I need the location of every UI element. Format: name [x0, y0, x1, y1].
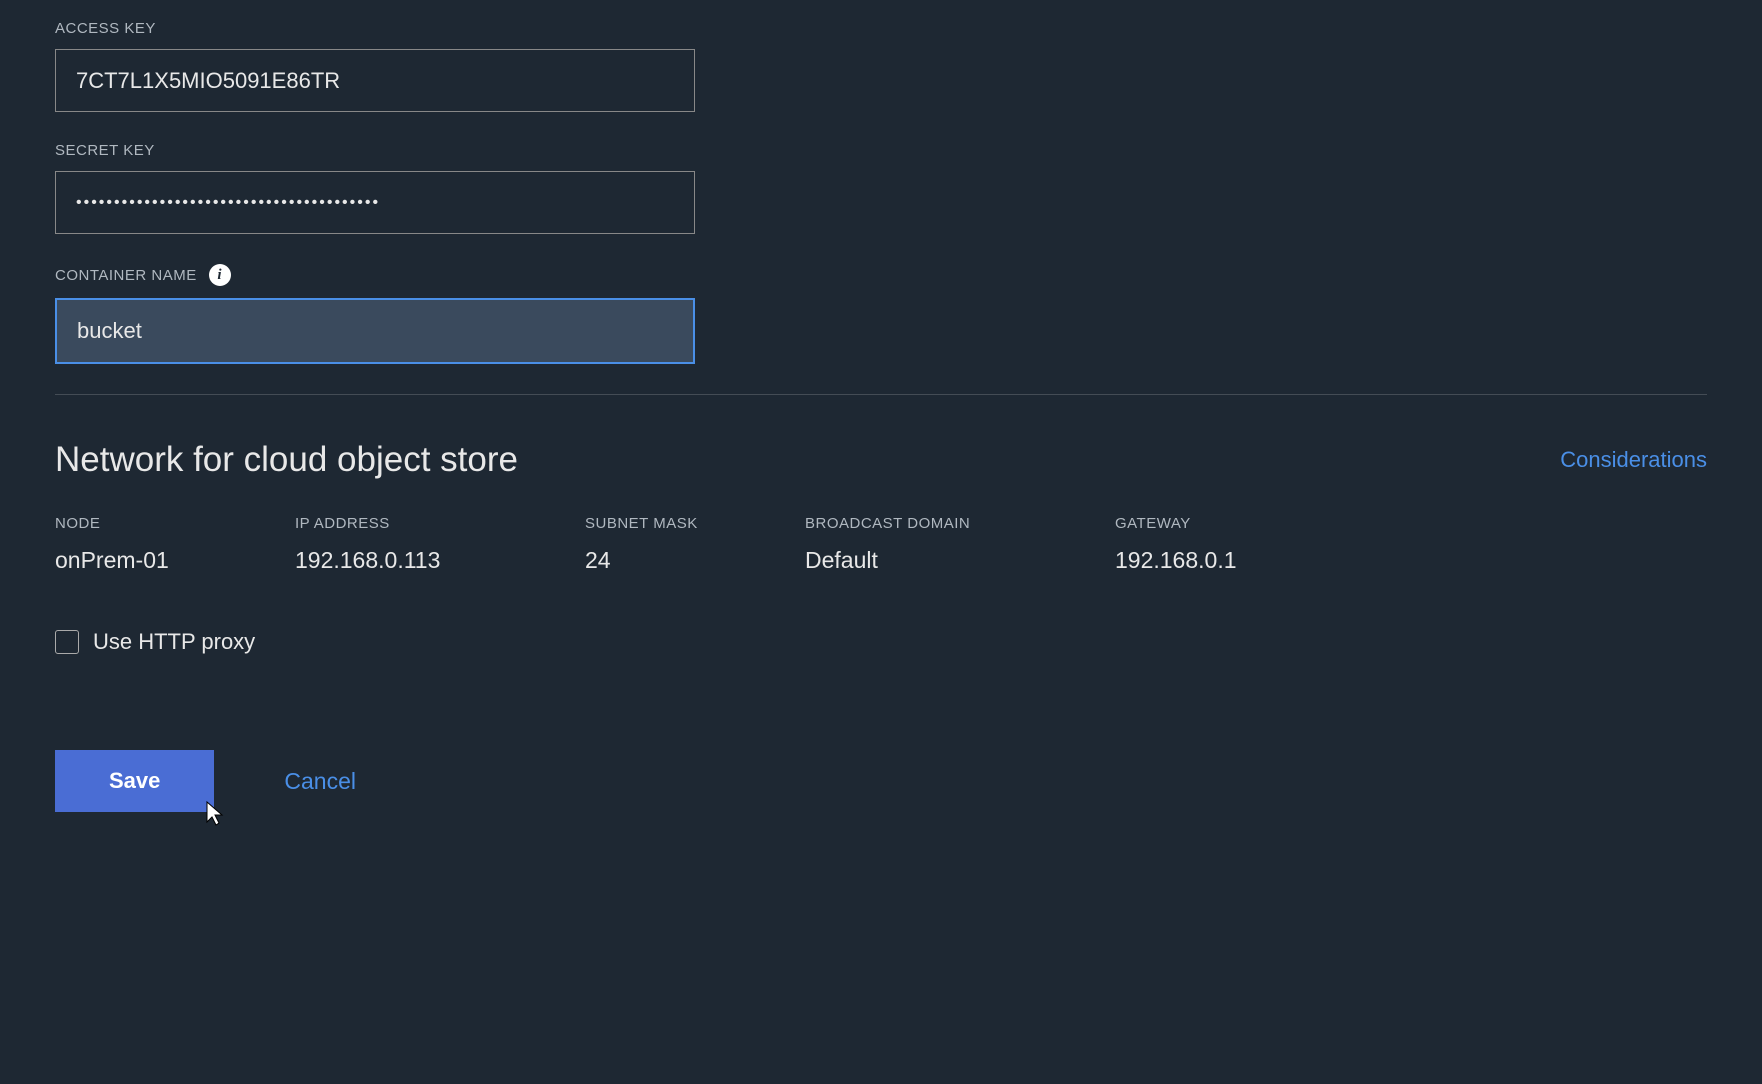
secret-key-group: SECRET KEY: [55, 142, 1707, 234]
container-name-label: CONTAINER NAME: [55, 267, 197, 284]
http-proxy-checkbox[interactable]: [55, 630, 79, 654]
http-proxy-label[interactable]: Use HTTP proxy: [93, 629, 255, 655]
header-ip-address: IP ADDRESS: [295, 515, 585, 532]
header-subnet-mask: SUBNET MASK: [585, 515, 805, 532]
container-name-input[interactable]: [55, 298, 695, 364]
value-node: onPrem-01: [55, 547, 295, 574]
value-broadcast-domain: Default: [805, 547, 1115, 574]
header-broadcast-domain: BROADCAST DOMAIN: [805, 515, 1115, 532]
secret-key-label: SECRET KEY: [55, 142, 1707, 159]
network-table: NODE IP ADDRESS SUBNET MASK BROADCAST DO…: [55, 515, 1707, 574]
container-name-label-row: CONTAINER NAME i: [55, 264, 1707, 286]
access-key-label: ACCESS KEY: [55, 20, 1707, 37]
value-subnet-mask: 24: [585, 547, 805, 574]
access-key-input[interactable]: [55, 49, 695, 112]
network-section-header: Network for cloud object store Considera…: [55, 440, 1707, 480]
access-key-group: ACCESS KEY: [55, 20, 1707, 112]
section-divider: [55, 394, 1707, 395]
secret-key-input[interactable]: [55, 171, 695, 234]
http-proxy-row: Use HTTP proxy: [55, 629, 1707, 655]
considerations-link[interactable]: Considerations: [1560, 447, 1707, 473]
action-buttons: Save Cancel: [55, 750, 1707, 812]
header-node: NODE: [55, 515, 295, 532]
header-gateway: GATEWAY: [1115, 515, 1707, 532]
value-ip-address: 192.168.0.113: [295, 547, 585, 574]
value-gateway: 192.168.0.1: [1115, 547, 1707, 574]
info-icon[interactable]: i: [209, 264, 231, 286]
network-section-title: Network for cloud object store: [55, 440, 518, 480]
container-name-group: CONTAINER NAME i: [55, 264, 1707, 364]
cancel-button[interactable]: Cancel: [284, 768, 356, 795]
save-button[interactable]: Save: [55, 750, 214, 812]
